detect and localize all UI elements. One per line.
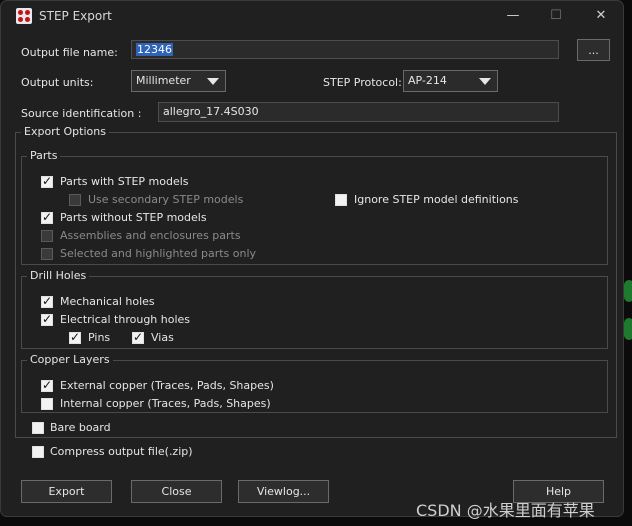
ignore-model-defs-checkbox[interactable] bbox=[335, 194, 347, 206]
pins-checkbox[interactable] bbox=[69, 330, 81, 344]
vias-checkbox[interactable] bbox=[132, 330, 144, 344]
compress-output-checkbox[interactable] bbox=[32, 446, 44, 458]
bare-board-checkbox[interactable] bbox=[32, 422, 44, 434]
copper-layers-title: Copper Layers bbox=[27, 353, 113, 366]
output-units-value: Millimeter bbox=[136, 74, 191, 87]
browse-button[interactable]: ... bbox=[577, 39, 610, 61]
pins-label: Pins bbox=[88, 331, 111, 344]
background-decoration bbox=[624, 280, 632, 302]
step-protocol-value: AP-214 bbox=[408, 74, 447, 87]
source-id-input[interactable]: allegro_17.4S030 bbox=[158, 102, 559, 122]
internal-copper-label: Internal copper (Traces, Pads, Shapes) bbox=[60, 397, 271, 410]
maximize-icon[interactable]: ☐ bbox=[541, 5, 571, 27]
watermark: CSDN @水果里面有苹果 bbox=[416, 501, 595, 520]
parts-without-models-label: Parts without STEP models bbox=[60, 211, 207, 224]
compress-output-label: Compress output file(.zip) bbox=[50, 445, 193, 458]
chevron-down-icon bbox=[479, 78, 491, 85]
mechanical-holes-label: Mechanical holes bbox=[60, 295, 155, 308]
window-title: STEP Export bbox=[39, 9, 112, 23]
bare-board-label: Bare board bbox=[50, 421, 111, 434]
parts-with-models-checkbox[interactable] bbox=[41, 174, 53, 188]
selected-only-label: Selected and highlighted parts only bbox=[60, 247, 257, 260]
electrical-holes-label: Electrical through holes bbox=[60, 313, 191, 326]
close-icon[interactable]: ✕ bbox=[586, 5, 616, 27]
chevron-down-icon bbox=[207, 78, 219, 85]
assemblies-label: Assemblies and enclosures parts bbox=[60, 229, 241, 242]
close-button[interactable]: Close bbox=[131, 480, 222, 503]
electrical-holes-checkbox[interactable] bbox=[41, 312, 53, 326]
export-options-title: Export Options bbox=[21, 125, 109, 138]
output-file-value: 12346 bbox=[136, 43, 173, 56]
background-decoration bbox=[624, 318, 632, 340]
secondary-models-checkbox[interactable] bbox=[69, 194, 81, 206]
output-file-label: Output file name: bbox=[21, 46, 118, 59]
step-protocol-label: STEP Protocol: bbox=[323, 76, 402, 89]
minimize-icon[interactable]: — bbox=[498, 5, 528, 27]
secondary-models-label: Use secondary STEP models bbox=[88, 193, 244, 206]
external-copper-checkbox[interactable] bbox=[41, 378, 53, 392]
output-units-select[interactable]: Millimeter bbox=[131, 70, 226, 92]
source-id-label: Source identification : bbox=[21, 107, 142, 120]
step-export-dialog: STEP Export — ☐ ✕ Output file name: 1234… bbox=[0, 0, 624, 517]
parts-without-models-checkbox[interactable] bbox=[41, 210, 53, 224]
viewlog-button[interactable]: Viewlog... bbox=[238, 480, 329, 503]
output-units-label: Output units: bbox=[21, 76, 94, 89]
ignore-model-defs-label: Ignore STEP model definitions bbox=[354, 193, 519, 206]
external-copper-label: External copper (Traces, Pads, Shapes) bbox=[60, 379, 274, 392]
selected-only-checkbox[interactable] bbox=[41, 248, 53, 260]
drill-holes-title: Drill Holes bbox=[27, 269, 90, 282]
mechanical-holes-checkbox[interactable] bbox=[41, 294, 53, 308]
output-file-input[interactable]: 12346 bbox=[131, 40, 559, 59]
export-button[interactable]: Export bbox=[21, 480, 112, 503]
assemblies-checkbox[interactable] bbox=[41, 230, 53, 242]
step-protocol-select[interactable]: AP-214 bbox=[403, 70, 498, 92]
app-icon bbox=[16, 8, 32, 24]
vias-label: Vias bbox=[151, 331, 174, 344]
parts-title: Parts bbox=[27, 149, 61, 162]
parts-with-models-label: Parts with STEP models bbox=[60, 175, 189, 188]
title-bar: STEP Export — ☐ ✕ bbox=[1, 1, 623, 31]
internal-copper-checkbox[interactable] bbox=[41, 398, 53, 410]
